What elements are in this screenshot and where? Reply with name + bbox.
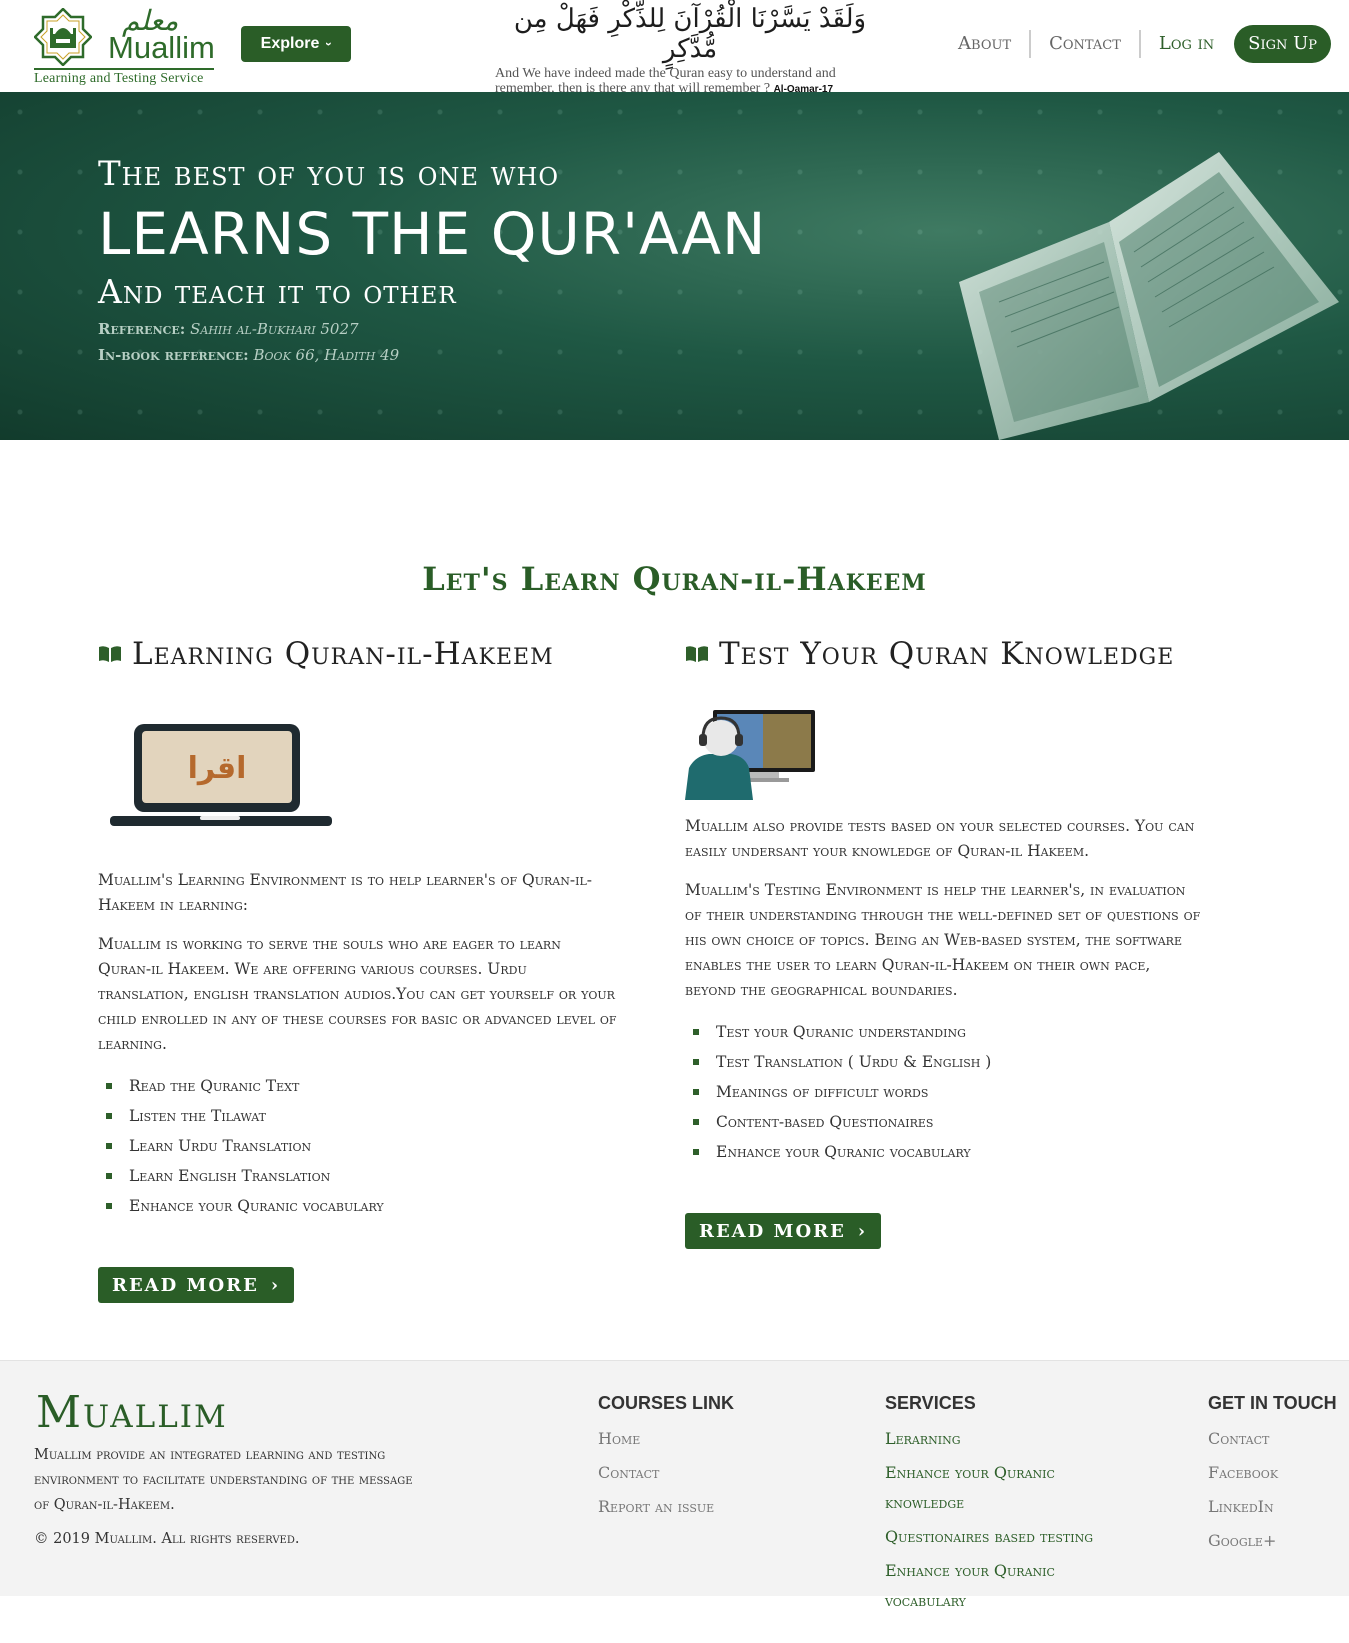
testing-column: Test Your Quran Knowledge Muallim also p… — [685, 636, 1205, 1249]
footer-link-home[interactable]: Home — [598, 1424, 734, 1454]
list-item: Learn Urdu Translation — [98, 1131, 618, 1161]
site-footer: Muallim Muallim provide an integrated le… — [0, 1360, 1349, 1610]
nav-login[interactable]: Log in — [1141, 30, 1232, 58]
student-at-computer-image — [685, 710, 815, 800]
open-quran-book-image — [959, 152, 1339, 440]
footer-link-contact[interactable]: Contact — [598, 1458, 734, 1488]
testing-heading-text: Test Your Quran Knowledge — [719, 636, 1175, 672]
footer-brand: Muallim — [36, 1387, 228, 1438]
list-item: Listen the Tilawat — [98, 1101, 618, 1131]
testing-list: Test your Quranic understanding Test Tra… — [685, 1017, 1205, 1167]
learning-paragraph-2: Muallim is working to serve the souls wh… — [98, 935, 617, 1053]
testing-read-more-button[interactable]: READ MORE › — [685, 1213, 882, 1249]
header-verse: وَلَقَدْ يَسَّرْنَا الْقُرْآنَ لِلذِّكْر… — [495, 4, 885, 96]
testing-heading: Test Your Quran Knowledge — [685, 636, 1205, 672]
book-icon — [99, 646, 121, 662]
footer-touch-title: GET IN TOUCH — [1208, 1393, 1337, 1413]
mosque-emblem-icon — [34, 8, 92, 66]
list-item: Enhance your Quranic vocabulary — [685, 1137, 1205, 1167]
top-nav: About Contact Log in Sign Up — [940, 24, 1331, 64]
site-logo[interactable]: معلم Muallim Learning and Testing Servic… — [32, 4, 215, 87]
explore-label: Explore — [260, 35, 320, 52]
nav-contact[interactable]: Contact — [1031, 30, 1141, 58]
testing-paragraph-1: Muallim also provide tests based on your… — [685, 817, 1195, 860]
learning-read-more-button[interactable]: READ MORE › — [98, 1267, 295, 1303]
learning-list: Read the Quranic Text Listen the Tilawat… — [98, 1071, 618, 1221]
footer-link-enhance-vocabulary[interactable]: Enhance your Quranic vocabulary — [885, 1556, 1125, 1616]
list-item: Content-based Questionaires — [685, 1107, 1205, 1137]
list-item: Meanings of difficult words — [685, 1077, 1205, 1107]
chevron-right-icon: › — [270, 1274, 281, 1296]
footer-link-questionaires[interactable]: Questionaires based testing — [885, 1522, 1125, 1552]
footer-link-facebook[interactable]: Facebook — [1208, 1458, 1337, 1488]
list-item: Read the Quranic Text — [98, 1071, 618, 1101]
hero-inbook-value: Book 66, Hadith 49 — [253, 346, 400, 364]
chevron-down-icon: › — [322, 42, 337, 46]
footer-courses-title: COURSES LINK — [598, 1393, 735, 1413]
hero-reference-value: Sahih al-Bukhari 5027 — [190, 320, 359, 338]
learning-paragraph-1: Muallim's Learning Environment is to hel… — [98, 871, 592, 914]
chevron-right-icon: › — [857, 1220, 868, 1242]
logo-name: Muallim — [108, 30, 215, 65]
hero-reference-label: Reference: — [98, 320, 186, 338]
hero-line-1: The best of you is one who — [98, 154, 560, 194]
hero-inbook-label: In-book reference: — [98, 346, 249, 364]
footer-link-linkedin[interactable]: LinkedIn — [1208, 1492, 1337, 1522]
footer-touch-column: GET IN TOUCH Contact Facebook LinkedIn G… — [1208, 1393, 1337, 1560]
verse-arabic: وَلَقَدْ يَسَّرْنَا الْقُرْآنَ لِلذِّكْر… — [513, 4, 867, 64]
hero-line-2: LEARNS THE QUR'AAN — [98, 200, 767, 268]
footer-link-googleplus[interactable]: Google+ — [1208, 1526, 1337, 1556]
hero-line-3: And teach it to other — [98, 272, 457, 311]
footer-services-column: SERVICES Lerarning Enhance your Quranic … — [885, 1393, 1125, 1620]
nav-about[interactable]: About — [940, 30, 1032, 58]
learning-column: Learning Quran-il-Hakeem اقرا Muallim's … — [98, 636, 618, 1303]
explore-button[interactable]: Explore › — [241, 26, 351, 62]
site-header: معلم Muallim Learning and Testing Servic… — [0, 0, 1349, 96]
footer-description: Muallim provide an integrated learning a… — [34, 1447, 413, 1513]
list-item: Learn English Translation — [98, 1161, 618, 1191]
list-item: Test your Quranic understanding — [685, 1017, 1205, 1047]
list-item: Enhance your Quranic vocabulary — [98, 1191, 618, 1221]
footer-link-contact-us[interactable]: Contact — [1208, 1424, 1337, 1454]
footer-link-learning[interactable]: Lerarning — [885, 1424, 1125, 1454]
read-more-label: READ MORE — [699, 1220, 846, 1242]
laptop-screen-text: اقرا — [188, 751, 247, 786]
footer-link-enhance-knowledge[interactable]: Enhance your Quranic knowledge — [885, 1458, 1125, 1518]
laptop-iqra-image: اقرا — [110, 724, 332, 826]
list-item: Test Translation ( Urdu & English ) — [685, 1047, 1205, 1077]
footer-services-title: SERVICES — [885, 1393, 976, 1413]
footer-copyright: © 2019 Muallim. All rights reserved. — [34, 1531, 300, 1547]
logo-tagline: Learning and Testing Service — [34, 68, 214, 87]
testing-paragraph-2: Muallim's Testing Environment is help th… — [685, 881, 1201, 999]
book-icon — [686, 646, 708, 662]
signup-button[interactable]: Sign Up — [1234, 25, 1331, 63]
read-more-label: READ MORE — [112, 1274, 259, 1296]
hero-reference: Reference: Sahih al-Bukhari 5027 — [98, 320, 359, 338]
footer-courses-column: COURSES LINK Home Contact Report an issu… — [598, 1393, 734, 1526]
section-title: Let's Learn Quran-il-Hakeem — [422, 560, 927, 598]
hero-banner: The best of you is one who LEARNS THE QU… — [0, 92, 1349, 440]
hero-inbook-reference: In-book reference: Book 66, Hadith 49 — [98, 346, 399, 364]
learning-heading-text: Learning Quran-il-Hakeem — [132, 636, 554, 672]
footer-link-report-issue[interactable]: Report an issue — [598, 1492, 734, 1522]
learning-heading: Learning Quran-il-Hakeem — [98, 636, 618, 672]
